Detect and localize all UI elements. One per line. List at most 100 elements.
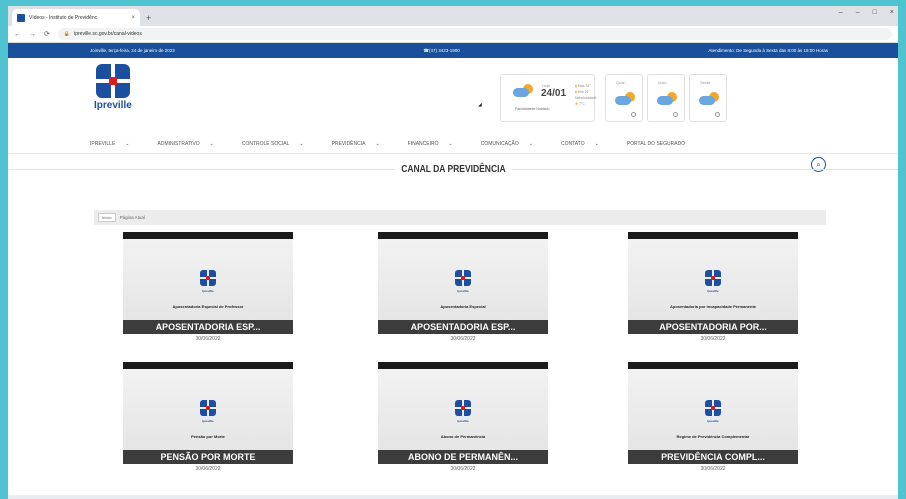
thumb-caption: Abono de Permanência [440,434,486,439]
chevron-down-icon: ⌄ [448,140,453,147]
new-tab-button[interactable]: + [146,13,151,23]
weather-day-label: Sexta [700,80,711,85]
weather-today-date: 24/01 [541,88,567,99]
breadcrumb-current: Página Atual [119,215,145,220]
weather-day-card: Sexta [689,74,727,122]
weather-day-card: Quin [647,74,685,122]
video-date: 30/06/2022 [450,336,476,342]
lock-icon: 🔒 [63,31,71,37]
thumb-caption: Pensão por Morte [191,434,225,439]
address-bar: ← → ⟳ 🔒 ipreville.sc.gov.br/canal-videos [8,26,898,43]
logo-text: Ipreville [94,100,132,111]
chevron-down-icon: ⌄ [125,140,130,147]
page-title: CANAL DA PREVIDÊNCIA [8,154,898,184]
partly-cloudy-icon [699,92,721,106]
nav-item-ipreville[interactable]: IPREVILLE ⌄ [90,141,130,147]
logo-mark-icon [96,64,130,98]
browser-tab[interactable]: Vídeos - Instituto de Previdênc × [12,9,140,26]
video-thumbnail[interactable]: Ipreville Aposentadoria Especial [378,232,548,334]
thumb-caption: Aposentadoria por Incapacidade Permanent… [669,304,757,309]
back-icon[interactable]: ← [14,31,21,38]
nav-item-contato[interactable]: CONTATO ⌄ [561,141,599,147]
video-card[interactable]: Ipreville Regime de Previdência Compleme… [628,362,798,486]
thumb-caption: Regime de Previdência Complementar [676,434,750,439]
nav-item-previdencia[interactable]: PREVIDÊNCIA ⌄ [332,141,380,147]
nav-item-portal-segurado[interactable]: PORTAL DO SEGURADO [627,141,685,147]
chevron-down-icon: ⌄ [209,140,214,147]
video-date: 30/06/2022 [700,466,726,472]
url-text: ipreville.sc.gov.br/canal-videos [74,31,142,37]
reload-icon[interactable]: ⟳ [44,30,50,38]
favicon-icon [17,13,25,22]
chevron-down-icon: ⌄ [594,140,599,147]
close-window-button[interactable]: × [890,9,894,16]
page-bottom-strip [8,495,898,499]
forward-icon[interactable]: → [29,31,36,38]
logo-mark-icon [705,270,721,286]
current-date: Joinville, terça-feira, 24 de janeiro de… [90,48,175,53]
logo-mark-icon [455,400,471,416]
nav-item-comunicacao[interactable]: COMUNICAÇÃO ⌄ [481,141,533,147]
video-date: 30/06/2022 [450,466,476,472]
nav-item-financeiro[interactable]: FINANCEIRO ⌄ [408,141,453,147]
tab-close-icon[interactable]: × [131,15,135,21]
weather-day-label: Quin [658,80,667,85]
thumb-brand: Ipreville [457,419,469,423]
logo-mark-icon [200,270,216,286]
video-title[interactable]: APOSENTADORIA ESP... [378,320,548,334]
weather-day-label: Quar [616,80,625,85]
video-date: 30/06/2022 [700,336,726,342]
video-date: 30/06/2022 [195,336,221,342]
video-card[interactable]: Ipreville Abono de Permanência ABONO DE … [378,362,548,486]
chevron-down-icon: ⌄ [375,140,380,147]
widget-arrow-icon[interactable]: ◢ [478,102,482,108]
logo-mark-icon [705,400,721,416]
thumb-caption: Aposentadoria Especial [440,304,486,309]
video-title[interactable]: PREVIDÊNCIA COMPL... [628,450,798,464]
browser-window: Vídeos - Instituto de Previdênc × + – – … [8,6,898,499]
breadcrumb-home[interactable]: Início [98,213,116,222]
site-top-bar: Joinville, terça-feira, 24 de janeiro de… [8,43,898,58]
video-title[interactable]: ABONO DE PERMANÊN... [378,450,548,464]
nav-item-administrativo[interactable]: ADMINISTRATIVO ⌄ [158,141,214,147]
weather-temperatures: ▮ Máx 31° ▮ Mín 21° Nebulosidade ✹ 7°C [575,84,597,106]
video-thumbnail[interactable]: Ipreville Regime de Previdência Compleme… [628,362,798,464]
video-title[interactable]: APOSENTADORIA ESP... [123,320,293,334]
logo-mark-icon [455,270,471,286]
opening-hours: Atendimento: De Segunda à Sexta das 8:00… [708,48,828,53]
breadcrumb: Início Página Atual [94,210,826,225]
thumb-brand: Ipreville [457,289,469,293]
video-thumbnail[interactable]: Ipreville Aposentadoria por Incapacidade… [628,232,798,334]
thumb-brand: Ipreville [707,419,719,423]
video-thumbnail[interactable]: Ipreville Pensão por Morte [123,362,293,464]
phone-number[interactable]: (47) 3423-1900 [423,48,460,54]
nav-item-controle-social[interactable]: CONTROLE SOCIAL ⌄ [242,141,304,147]
video-card[interactable]: Ipreville Pensão por Morte PENSÃO POR MO… [123,362,293,486]
weather-today-card: Hoje 24/01 Parcialmente Nublado ▮ Máx 31… [500,74,597,122]
chevron-down-icon: ⌄ [299,140,304,147]
minimize-button[interactable]: – [856,9,860,16]
video-thumbnail[interactable]: Ipreville Abono de Permanência [378,362,548,464]
site-logo[interactable]: Ipreville [94,64,138,111]
chevron-down-icon: ⌄ [528,140,533,147]
collapse-tabs-icon[interactable]: – [839,9,843,16]
rain-drop-icon [715,112,720,117]
partly-cloudy-icon [657,92,679,106]
url-field[interactable]: 🔒 ipreville.sc.gov.br/canal-videos [57,28,892,40]
weather-condition: Parcialmente Nublado [515,107,550,111]
tab-title: Vídeos - Instituto de Previdênc [29,14,98,21]
video-card[interactable]: Ipreville Aposentadoria por Incapacidade… [628,232,798,356]
temp-max: Máx 31° [577,84,591,88]
thumb-brand: Ipreville [202,289,214,293]
temp-min: Mín 21° [577,90,591,94]
video-title[interactable]: PENSÃO POR MORTE [123,450,293,464]
maximize-button[interactable]: □ [873,9,877,16]
video-thumbnail[interactable]: Ipreville Aposentadoria Especial de Prof… [123,232,293,334]
rain-value: 7°C [578,102,585,106]
partly-cloudy-icon [615,92,637,106]
logo-mark-icon [200,400,216,416]
video-card[interactable]: Ipreville Aposentadoria Especial de Prof… [123,232,293,356]
video-card[interactable]: Ipreville Aposentadoria Especial APOSENT… [378,232,548,356]
video-title[interactable]: APOSENTADORIA POR... [628,320,798,334]
window-controls: – – □ × [839,9,894,16]
